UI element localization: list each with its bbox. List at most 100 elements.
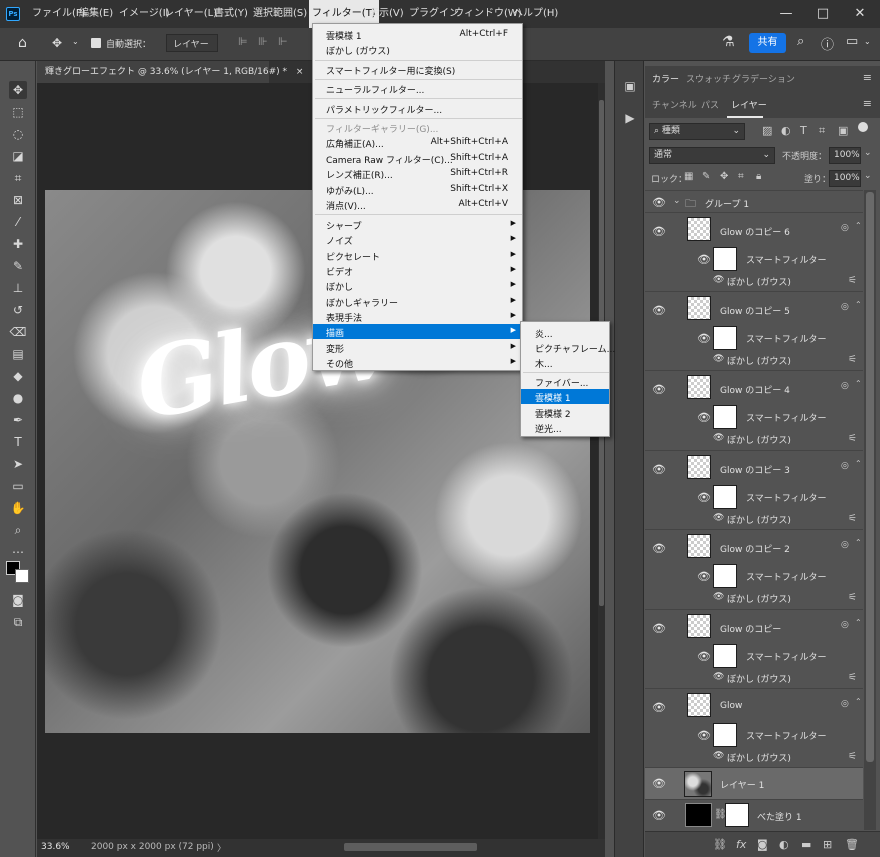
history-brush-icon[interactable]: ↺ [9,301,27,319]
layer-row[interactable]: 👁︎ Glow のコピー 5 ◎ ⌃ 👁︎ スマートフィルター 👁︎ ぼかし (… [645,291,863,370]
layer-kind-filter[interactable]: ⌕ 種類 ⌄ [649,123,745,140]
menu-item-tree[interactable]: 木... [521,355,609,370]
menu-item-stylize[interactable]: 表現手法 ▶ [313,309,522,324]
collapse-chevron-icon[interactable]: ⌃ [855,379,862,388]
more-tools-icon[interactable]: ⋯ [9,543,27,561]
document-tab[interactable]: 輝きグローエフェクト @ 33.6% (レイヤー 1, RGB/16#) * × [37,61,303,83]
flask-icon[interactable]: ⚗ [722,34,735,50]
filter-options-icon[interactable]: ⚟ [848,592,857,603]
workspace-chevron-icon[interactable]: ⌄ [864,37,871,46]
quick-mask-icon[interactable]: ◙ [9,591,27,609]
filter-item-label[interactable]: ぼかし (ガウス) [727,513,791,526]
menu-item-vanishing-point[interactable]: 消点(V)... Alt+Ctrl+V [313,197,522,212]
filter-options-icon[interactable]: ⚟ [848,672,857,683]
fill-layer-row[interactable]: 👁︎ ⛓ べた塗り 1 [645,799,863,830]
menu-item-fibers[interactable]: ファイバー... [521,374,609,389]
shape-filter-icon[interactable]: ⌗ [819,124,825,138]
lock-all-icon[interactable]: 🔒︎ [756,171,761,182]
image-filter-icon[interactable]: ▨ [762,124,772,137]
layer-row[interactable]: 👁︎ Glow のコピー 6 ◎ ⌃ 👁︎ スマートフィルター 👁︎ ぼかし (… [645,212,863,291]
menu-item-convert-smart-filter[interactable]: スマートフィルター用に変換(S) [313,62,522,77]
group-expand-chevron-icon[interactable]: ⌄ [673,196,681,206]
pen-tool-icon[interactable]: ✒ [9,411,27,429]
history-panel-icon[interactable]: ▣ [622,78,638,94]
marquee-tool-icon[interactable]: ⬚ [9,103,27,121]
menu-item-video[interactable]: ビデオ ▶ [313,263,522,278]
filter-item-label[interactable]: ぼかし (ガウス) [727,672,791,685]
menu-item-camera-raw[interactable]: Camera Raw フィルター(C)... Shift+Ctrl+A [313,151,522,166]
path-select-icon[interactable]: ➤ [9,455,27,473]
menu-edit[interactable]: 編集(E) [76,0,116,28]
tab-layers[interactable]: レイヤー [731,98,767,111]
link-layers-icon[interactable]: ⛓ [713,838,727,851]
maximize-icon[interactable]: □ [813,4,833,24]
smart-object-filter-icon[interactable]: ▣ [838,124,848,137]
menu-item-other[interactable]: その他 ▶ [313,355,522,370]
filter-visibility-eye-icon[interactable]: 👁︎ [713,513,724,523]
tab-swatches[interactable]: スウォッチ [686,72,731,85]
background-color-swatch[interactable] [15,569,29,583]
horizontal-scroll-thumb[interactable] [344,843,477,851]
layer-row[interactable]: 👁︎ Glow のコピー 4 ◎ ⌃ 👁︎ スマートフィルター 👁︎ ぼかし (… [645,370,863,450]
layer-row-selected[interactable]: 👁︎ レイヤー 1 [645,767,863,799]
filter-visibility-eye-icon[interactable]: 👁︎ [713,751,724,761]
type-tool-icon[interactable]: T [9,433,27,451]
visibility-eye-icon[interactable]: 👁︎ [697,729,711,742]
lock-artboard-icon[interactable]: ⌗ [738,171,744,182]
layer-row[interactable]: 👁︎ Glow ◎ ⌃ 👁︎ スマートフィルター 👁︎ ぼかし (ガウス) ⚟ [645,688,863,767]
fill-input[interactable]: 100% [829,170,861,187]
brush-tool-icon[interactable]: ✎ [9,257,27,275]
move-tool-icon[interactable]: ✥ [9,81,27,99]
menu-item-gaussian-blur[interactable]: ぼかし (ガウス) [313,42,522,57]
lock-pixels-icon[interactable]: ✎ [702,171,710,182]
filter-item-label[interactable]: ぼかし (ガウス) [727,433,791,446]
filter-visibility-eye-icon[interactable]: 👁︎ [713,592,724,602]
collapse-chevron-icon[interactable]: ⌃ [855,618,862,627]
minimize-icon[interactable]: — [776,4,796,24]
visibility-eye-icon[interactable]: 👁︎ [652,463,666,476]
layer-row[interactable]: 👁︎ Glow のコピー ◎ ⌃ 👁︎ スマートフィルター 👁︎ ぼかし (ガウ… [645,609,863,688]
collapse-chevron-icon[interactable]: ⌃ [855,300,862,309]
panel-menu-icon[interactable]: ≡ [863,71,872,84]
actions-play-icon[interactable]: ▶ [622,110,638,126]
adjustment-layer-icon[interactable]: ◐ [779,838,789,851]
visibility-eye-icon[interactable]: 👁︎ [697,253,711,266]
filter-item-label[interactable]: ぼかし (ガウス) [727,751,791,764]
visibility-eye-icon[interactable]: 👁︎ [652,542,666,555]
menu-item-clouds-1[interactable]: 雲模様 1 Alt+Ctrl+F [313,27,522,42]
menu-item-lens-correction[interactable]: レンズ補正(R)... Shift+Ctrl+R [313,166,522,181]
layer-name[interactable]: Glow のコピー 4 [720,383,790,396]
object-select-icon[interactable]: ◪ [9,147,27,165]
filter-item-label[interactable]: ぼかし (ガウス) [727,592,791,605]
screen-mode-icon[interactable]: ⧉ [9,613,27,631]
menu-item-sharpen[interactable]: シャープ ▶ [313,217,522,232]
menu-item-picture-frame[interactable]: ピクチャフレーム... [521,340,615,355]
lasso-tool-icon[interactable]: ◌ [9,125,27,143]
menu-item-distort[interactable]: 変形 ▶ [313,340,522,355]
status-menu-arrow-icon[interactable]: 〉 [217,841,226,854]
frame-tool-icon[interactable]: ⊠ [9,191,27,209]
filter-visibility-eye-icon[interactable]: 👁︎ [713,433,724,443]
layer-name[interactable]: Glow のコピー 2 [720,542,790,555]
visibility-eye-icon[interactable]: 👁︎ [697,332,711,345]
visibility-eye-icon[interactable]: 👁︎ [697,570,711,583]
filter-options-icon[interactable]: ⚟ [848,751,857,762]
filter-toggle-icon[interactable] [858,122,868,132]
visibility-eye-icon[interactable]: 👁︎ [697,650,711,663]
lock-position-icon[interactable]: ✥ [720,171,728,182]
visibility-eye-icon[interactable]: 👁︎ [652,809,666,822]
trash-icon[interactable]: 🗑︎ [845,838,859,851]
menu-item-render-clouds-2[interactable]: 雲模様 2 [521,405,609,420]
menu-item-parametric-filters[interactable]: パラメトリックフィルター... [313,101,522,116]
layers-panel-menu-icon[interactable]: ≡ [863,97,872,110]
menu-item-blur[interactable]: ぼかし ▶ [313,278,522,293]
align-left-icon[interactable]: ⊫ [238,35,248,48]
dodge-tool-icon[interactable]: ● [9,389,27,407]
layer-name[interactable]: Glow のコピー 6 [720,225,790,238]
move-tool-icon[interactable]: ✥ [52,36,62,50]
eyedropper-icon[interactable]: ⁄ [9,213,27,231]
type-filter-icon[interactable]: T [800,124,807,137]
filter-options-icon[interactable]: ⚟ [848,433,857,444]
auto-select-dropdown[interactable]: レイヤー [166,34,218,52]
eraser-icon[interactable]: ⌫ [9,323,27,341]
